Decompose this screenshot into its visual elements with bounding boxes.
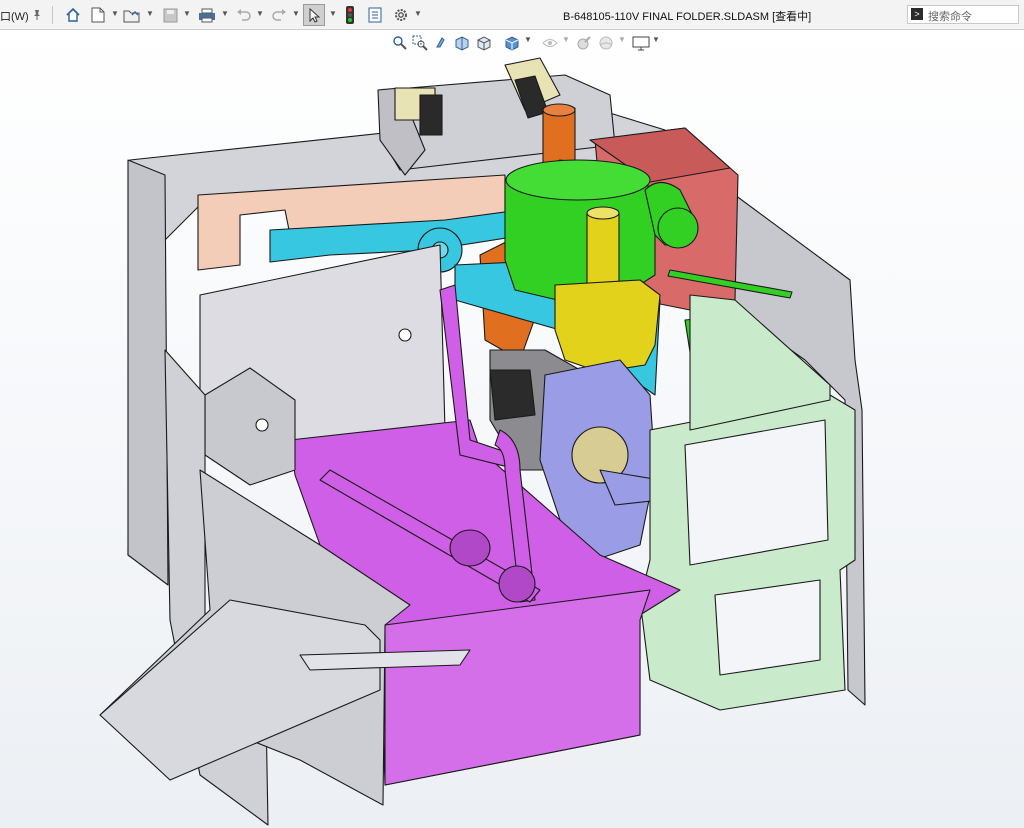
green-frame-opening-top	[684, 419, 829, 566]
panel-hole	[398, 328, 412, 342]
yellow-drive-block	[554, 279, 661, 373]
black-bracket	[489, 369, 536, 421]
yellow-cylinder-top	[586, 206, 620, 220]
green-motor-elbow-cap	[657, 207, 699, 249]
top-left-coil-core	[419, 94, 443, 136]
magenta-coupling-2	[498, 565, 536, 603]
green-motor-top	[505, 159, 651, 201]
housing-left-side-panel	[127, 159, 169, 586]
bracket-hole	[255, 418, 269, 432]
magenta-front-plate	[384, 589, 651, 786]
green-frame-opening-bottom	[714, 579, 821, 676]
orange-pipe-end	[542, 103, 576, 117]
assembly-model-3d-view[interactable]	[0, 0, 1024, 828]
magenta-coupling-1	[449, 529, 491, 567]
yellow-cylinder	[586, 212, 620, 284]
